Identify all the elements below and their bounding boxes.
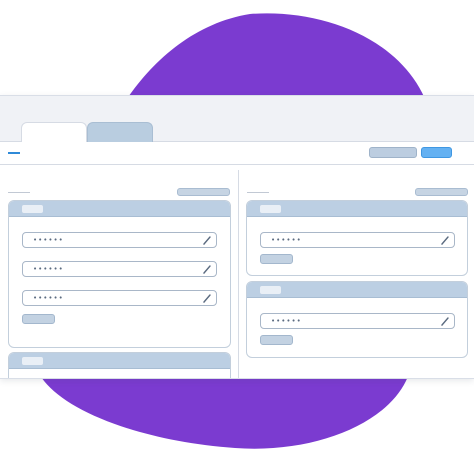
pencil-icon[interactable] bbox=[202, 264, 212, 274]
right-panel-2: •••••• bbox=[246, 281, 468, 358]
breadcrumb-link[interactable] bbox=[8, 152, 20, 154]
panel-header bbox=[9, 201, 230, 217]
column-divider bbox=[238, 170, 239, 378]
password-field[interactable]: •••••• bbox=[260, 313, 455, 329]
pencil-icon[interactable] bbox=[202, 235, 212, 245]
tab-inactive[interactable] bbox=[87, 122, 153, 142]
left-panel-2 bbox=[8, 352, 231, 378]
field-value: •••••• bbox=[33, 294, 64, 302]
password-field[interactable]: •••••• bbox=[22, 290, 217, 306]
field-value: •••••• bbox=[33, 236, 64, 244]
panel-title bbox=[22, 205, 43, 213]
panel-header bbox=[247, 201, 467, 217]
left-column-action-button[interactable] bbox=[177, 188, 230, 196]
right-panel-1: •••••• bbox=[246, 200, 468, 276]
toolbar bbox=[0, 142, 474, 165]
right-column-label bbox=[247, 192, 269, 193]
app-window: •••••• •••••• •••••• •••••• •••••• bbox=[0, 95, 474, 379]
left-panel-1: •••••• •••••• •••••• bbox=[8, 200, 231, 348]
field-value: •••••• bbox=[271, 317, 302, 325]
field-value: •••••• bbox=[33, 265, 64, 273]
primary-button[interactable] bbox=[421, 147, 452, 158]
left-column-label bbox=[8, 192, 30, 193]
pencil-icon[interactable] bbox=[440, 316, 450, 326]
password-field[interactable]: •••••• bbox=[22, 261, 217, 277]
right-column-action-button[interactable] bbox=[415, 188, 468, 196]
panel-title bbox=[260, 286, 281, 294]
panel-title bbox=[22, 357, 43, 365]
secondary-button[interactable] bbox=[369, 147, 417, 158]
panel-button[interactable] bbox=[22, 314, 55, 324]
panel-button[interactable] bbox=[260, 335, 293, 345]
field-value: •••••• bbox=[271, 236, 302, 244]
pencil-icon[interactable] bbox=[440, 235, 450, 245]
password-field[interactable]: •••••• bbox=[260, 232, 455, 248]
panel-button[interactable] bbox=[260, 254, 293, 264]
tab-bar bbox=[0, 96, 474, 143]
password-field[interactable]: •••••• bbox=[22, 232, 217, 248]
panel-header bbox=[9, 353, 230, 369]
pencil-icon[interactable] bbox=[202, 293, 212, 303]
panel-title bbox=[260, 205, 281, 213]
tab-active[interactable] bbox=[21, 122, 87, 143]
panel-header bbox=[247, 282, 467, 298]
